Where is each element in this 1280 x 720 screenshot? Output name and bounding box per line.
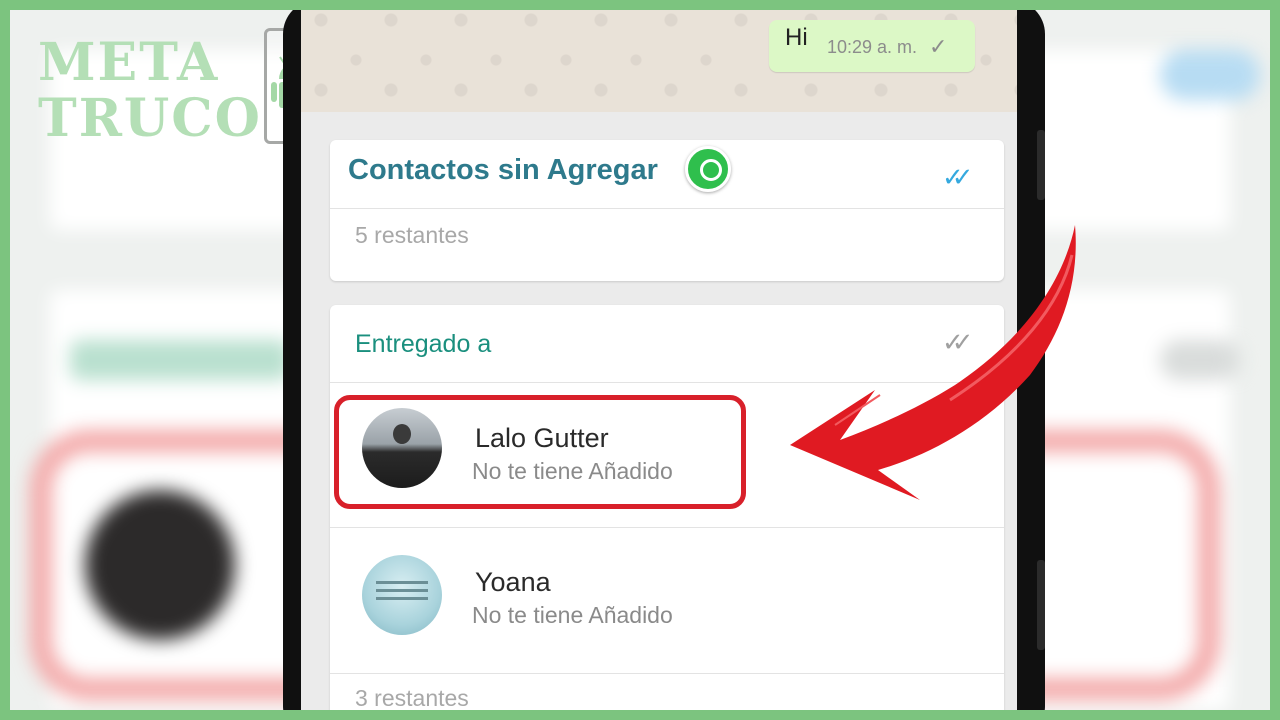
delivered-title: Entregado a (355, 330, 492, 358)
double-check-blue-icon: ✓✓ (942, 162, 973, 192)
background-green-shape (70, 340, 290, 380)
remaining-count[interactable]: 3 restantes (355, 685, 469, 710)
remaining-count[interactable]: 5 restantes (355, 222, 469, 249)
phone-side-button (1037, 560, 1045, 650)
phone-side-button (1037, 130, 1045, 200)
background-gray-shape (1160, 340, 1240, 380)
avatar[interactable] (362, 555, 442, 635)
contact-name: Yoana (475, 567, 551, 597)
video-frame: META TRUCO Hi 10:29 a. m. ✓ Contactos si… (10, 10, 1270, 710)
chat-background: Hi 10:29 a. m. ✓ (301, 10, 1017, 112)
divider (330, 673, 1004, 674)
contact-status: No te tiene Añadido (472, 602, 673, 628)
divider (330, 208, 1004, 209)
whatsapp-icon (685, 146, 731, 192)
logo-line-1: META (38, 32, 220, 93)
sent-message-bubble[interactable]: Hi 10:29 a. m. ✓ (769, 20, 975, 72)
contact-row[interactable]: Yoana No te tiene Añadido (330, 527, 1004, 659)
background-blue-shape (1160, 50, 1260, 100)
logo-line-2: TRUCO (38, 88, 262, 149)
message-text: Hi (785, 24, 808, 51)
red-arrow-icon (790, 225, 1076, 500)
background-avatar (85, 490, 235, 640)
highlight-box (334, 395, 746, 509)
message-time: 10:29 a. m. (827, 37, 918, 57)
single-check-icon: ✓ (929, 34, 948, 59)
card-title: Contactos sin Agregar (348, 154, 658, 186)
